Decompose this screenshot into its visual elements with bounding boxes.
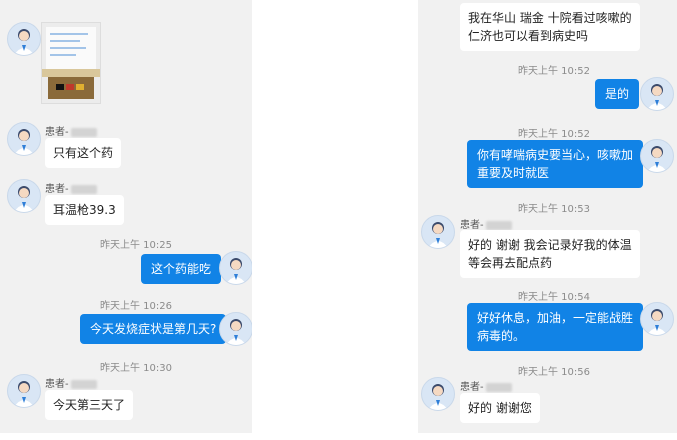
chat-panel-right: 我在华山 瑞金 十院看过咳嗽的 仁济也可以看到病史吗 昨天上午 10:52 是的… [418,0,677,433]
message-bubble-incoming: 好的 谢谢 我会记录好我的体温 等会再去配点药 [460,230,640,278]
message-timestamp: 昨天上午 10:25 [100,240,172,251]
sender-label: 患者- [45,123,97,138]
message-timestamp: 昨天上午 10:56 [518,367,590,378]
doctor-avatar-icon[interactable] [640,302,674,336]
message-line: 好的 谢谢 我会记录好我的体温 [468,238,632,252]
message-line: 病毒的。 [477,329,526,343]
message-bubble-incoming: 耳温枪39.3 [45,195,124,225]
doctor-avatar-icon[interactable] [640,77,674,111]
message-bubble-outgoing: 是的 [595,79,640,109]
message-bubble-outgoing: 这个药能吃 [141,254,222,284]
patient-avatar-icon[interactable] [421,215,455,249]
chat-panel-left: 患者- 只有这个药 患者- 耳温枪39.3 昨天上午 10:25 这个药能吃 昨… [0,0,252,433]
message-bubble-outgoing: 你有哮喘病史要当心，咳嗽加 重要及时就医 [467,140,644,188]
message-line: 你有哮喘病史要当心，咳嗽加 [477,148,634,162]
message-bubble-outgoing: 好好休息，加油，一定能战胜 病毒的。 [467,303,644,351]
message-timestamp: 昨天上午 10:52 [518,66,590,77]
doctor-avatar-icon[interactable] [7,22,41,56]
patient-avatar-icon[interactable] [7,374,41,408]
message-bubble-incoming: 我在华山 瑞金 十院看过咳嗽的 仁济也可以看到病史吗 [460,3,640,51]
message-bubble-incoming: 今天第三天了 [45,390,134,420]
message-line: 好好休息，加油，一定能战胜 [477,311,634,325]
sender-label: 患者- [45,180,97,195]
message-line: 重要及时就医 [477,166,550,180]
message-bubble-outgoing: 今天发烧症状是第几天? [80,314,227,344]
doctor-avatar-icon[interactable] [219,312,252,346]
message-timestamp: 昨天上午 10:53 [518,204,590,215]
message-timestamp: 昨天上午 10:30 [100,363,172,374]
sender-label: 患者- [45,375,97,390]
sender-label: 患者- [460,216,512,231]
patient-avatar-icon[interactable] [421,377,455,411]
message-line: 等会再去配点药 [468,256,553,270]
message-bubble-incoming: 只有这个药 [45,138,122,168]
message-bubble-incoming: 好的 谢谢您 [460,393,540,423]
sender-label: 患者- [460,378,512,393]
medicine-photo[interactable] [41,22,101,104]
message-line: 仁济也可以看到病史吗 [468,29,589,43]
patient-avatar-icon[interactable] [7,179,41,213]
message-timestamp: 昨天上午 10:26 [100,301,172,312]
message-timestamp: 昨天上午 10:52 [518,129,590,140]
doctor-avatar-icon[interactable] [219,251,252,285]
message-line: 我在华山 瑞金 十院看过咳嗽的 [468,11,632,25]
doctor-avatar-icon[interactable] [640,139,674,173]
message-timestamp: 昨天上午 10:54 [518,292,590,303]
patient-avatar-icon[interactable] [7,122,41,156]
